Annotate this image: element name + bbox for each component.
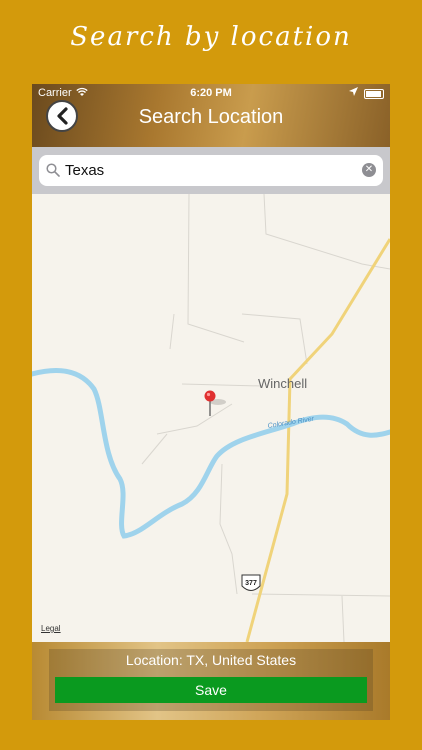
legal-link[interactable]: Legal: [41, 624, 61, 633]
nav-title: Search Location: [138, 106, 284, 128]
search-query: Texas: [65, 162, 105, 179]
map-canvas: Colorado River Winchell 377: [32, 194, 390, 642]
status-bar: Carrier 6:20 PM: [32, 84, 390, 102]
bottom-panel: Location: TX, United States Save: [32, 642, 390, 720]
search-icon: [46, 163, 60, 182]
navigation-bar: Carrier 6:20 PM Search Location: [32, 84, 390, 147]
search-input[interactable]: Texas ✕: [39, 155, 383, 186]
highway-label: 377: [245, 580, 257, 587]
search-bar: Texas ✕: [32, 147, 390, 194]
promo-title: Search by location: [70, 22, 352, 52]
clear-icon[interactable]: ✕: [362, 163, 376, 177]
map-view[interactable]: Colorado River Winchell 377 Legal: [32, 194, 390, 642]
map-pin-icon[interactable]: [204, 390, 227, 417]
location-label: Location: TX, United States: [125, 652, 297, 668]
save-button[interactable]: Save: [55, 677, 367, 703]
location-arrow-icon: [349, 87, 358, 99]
highway-shield-icon: 377: [241, 574, 261, 591]
status-time: 6:20 PM: [190, 87, 232, 99]
river-label: Colorado River: [267, 416, 315, 430]
phone-screen: Carrier 6:20 PM Search Location Texas ✕: [32, 84, 390, 720]
battery-icon: [364, 89, 384, 99]
place-label: Winchell: [258, 376, 307, 391]
highway-road: [245, 238, 390, 642]
